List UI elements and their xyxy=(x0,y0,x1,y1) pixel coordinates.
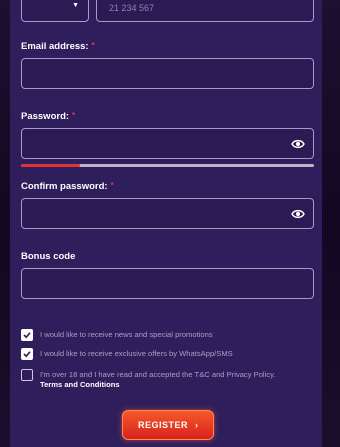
password-strength-bar xyxy=(21,164,314,167)
bonus-code-label: Bonus code xyxy=(21,251,76,262)
consent-whatsapp-label: I would like to receive exclusive offers… xyxy=(40,349,233,358)
phone-input[interactable]: 21 234 567 xyxy=(96,0,314,22)
consent-news-checkbox[interactable] xyxy=(21,329,33,341)
phone-input-value: 21 234 567 xyxy=(109,3,155,13)
terms-and-conditions-link[interactable]: Terms and Conditions xyxy=(40,380,275,390)
consent-age-terms-label: I'm over 18 and I have read and accepted… xyxy=(40,370,276,390)
checkmark-icon xyxy=(23,351,31,358)
confirm-password-label: Confirm password: * xyxy=(21,181,114,192)
chevron-right-icon: › xyxy=(195,420,198,430)
password-field[interactable] xyxy=(21,128,314,159)
email-field[interactable] xyxy=(21,58,314,89)
eye-icon[interactable] xyxy=(291,208,305,220)
page-background-left xyxy=(0,0,10,447)
consent-whatsapp-checkbox[interactable] xyxy=(21,348,33,360)
country-code-select[interactable]: ▼ xyxy=(21,0,89,22)
consent-news-label: I would like to receive news and special… xyxy=(40,330,213,339)
register-button[interactable]: REGISTER › xyxy=(122,410,214,440)
chevron-down-icon: ▼ xyxy=(72,2,79,9)
email-label: Email address: * xyxy=(21,41,95,52)
page-background-right xyxy=(322,0,340,447)
eye-icon[interactable] xyxy=(291,138,305,150)
register-button-label: REGISTER xyxy=(137,420,188,430)
checkmark-icon xyxy=(23,332,31,339)
confirm-password-field[interactable] xyxy=(21,198,314,229)
password-strength-fill xyxy=(21,164,80,167)
password-label: Password: * xyxy=(21,111,76,122)
required-mark: * xyxy=(91,41,95,50)
bonus-code-field[interactable] xyxy=(21,268,314,299)
required-mark: * xyxy=(110,181,114,190)
registration-form: ▼ 21 234 567 Email address: * Password: * … xyxy=(10,0,322,447)
consent-age-terms-checkbox[interactable] xyxy=(21,369,33,381)
required-mark: * xyxy=(72,111,76,120)
